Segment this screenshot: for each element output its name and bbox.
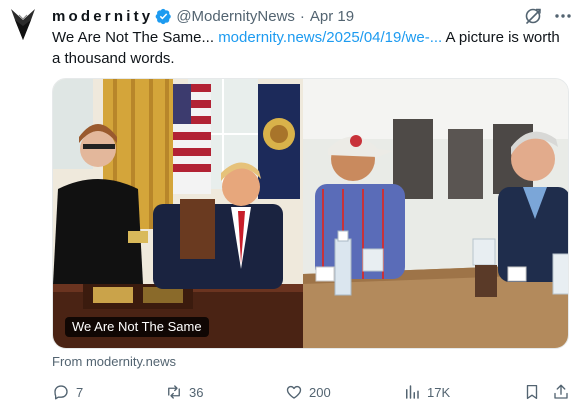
reply-count: 7 (76, 384, 84, 400)
views-button[interactable]: 17K (403, 381, 450, 403)
tweet[interactable]: modernity @ModernityNews · Apr 19 We Are… (0, 0, 583, 409)
like-button[interactable]: 200 (285, 381, 331, 403)
bookmark-icon (526, 384, 538, 400)
views-icon (406, 385, 419, 399)
bookmark-button[interactable] (523, 381, 547, 403)
media-caption: We Are Not The Same (65, 317, 209, 337)
display-name[interactable]: modernity (52, 8, 153, 25)
views-count: 17K (427, 384, 451, 400)
link-source[interactable]: From modernity.news (52, 354, 176, 369)
tweet-text-start: We Are Not The Same... (52, 29, 219, 46)
photo (53, 79, 568, 348)
tweet-text: We Are Not The Same... modernity.news/20… (52, 27, 572, 69)
media-image[interactable]: We Are Not The Same (52, 78, 569, 349)
like-icon (286, 385, 302, 399)
grok-button[interactable] (523, 6, 543, 26)
repost-count: 36 (189, 384, 204, 400)
timestamp[interactable]: Apr 19 (310, 8, 354, 25)
like-count: 200 (309, 384, 331, 400)
tweet-header: modernity @ModernityNews · Apr 19 (52, 5, 354, 27)
avatar-logo (11, 9, 35, 40)
reply-button[interactable]: 7 (52, 381, 83, 403)
more-icon (555, 14, 571, 18)
share-button[interactable] (552, 381, 576, 403)
separator-dot: · (299, 7, 305, 25)
more-button[interactable] (552, 6, 574, 26)
handle[interactable]: @ModernityNews (176, 8, 295, 25)
share-icon (554, 384, 568, 399)
reply-icon (54, 385, 68, 400)
avatar[interactable] (10, 6, 36, 42)
repost-button[interactable]: 36 (165, 381, 203, 403)
repost-icon (168, 385, 180, 399)
article-link[interactable]: modernity.news/2025/04/19/we-... (218, 29, 442, 46)
action-bar: 7 36 200 17K (52, 381, 570, 403)
grok-icon (525, 8, 541, 24)
verified-badge-icon (155, 8, 172, 24)
